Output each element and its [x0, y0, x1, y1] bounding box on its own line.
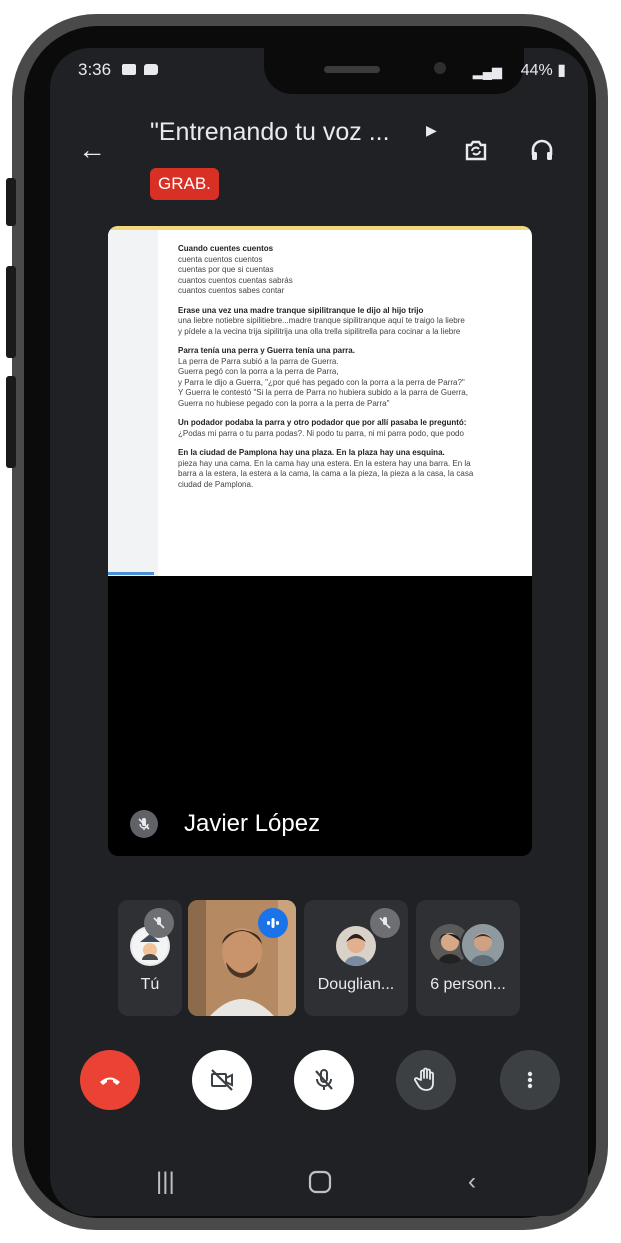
mic-toggle-button[interactable]: [294, 1050, 354, 1110]
speaker-grille: [324, 66, 380, 73]
document-line: pieza hay una cama. En la cama hay una e…: [178, 458, 471, 468]
document-paragraph-heading: Parra tenía una perra y Guerra tenía una…: [178, 346, 355, 355]
document-paragraph: En la ciudad de Pamplona hay una plaza. …: [178, 448, 532, 490]
document-paragraph: Erase una vez una madre tranque sipilitr…: [178, 306, 532, 338]
document-line: La perra de Parra subió a la parra de Gu…: [178, 356, 339, 366]
battery-percent: 44%: [520, 62, 553, 79]
document-line: barra a la estera, la estera a la cama, …: [178, 469, 474, 478]
participants-count: 6 person...: [430, 976, 506, 993]
signal-icon: ▂▄▆: [472, 64, 502, 79]
document-line: ¿Podas mi parra o tu parra podas?. Ni po…: [178, 428, 464, 438]
front-camera: [434, 62, 446, 74]
meeting-title[interactable]: "Entrenando tu voz ...: [150, 118, 390, 147]
document-paragraph: Cuando cuentes cuentos cuenta cuentos cue…: [178, 244, 532, 297]
document-line: y Parra le dijo a Guerra, "¿por qué has …: [178, 377, 465, 387]
camera-toggle-button[interactable]: [192, 1050, 252, 1110]
document-line: cuenta cuentos cuentos: [178, 254, 263, 264]
status-time: 3:36: [78, 60, 112, 79]
document-line: una liebre notiebre sipilitiebre...madre…: [178, 316, 465, 325]
participant-tile-speaking[interactable]: [188, 900, 296, 1016]
document-line: cuantos cuentos cuentas sabrás: [178, 275, 293, 285]
presentation-stage[interactable]: Cuando cuentes cuentos cuenta cuentos cue…: [108, 226, 532, 856]
speaking-indicator-icon: [258, 908, 288, 938]
phone-side-button: [6, 266, 16, 358]
participant-tile[interactable]: Douglian...: [304, 900, 408, 1016]
document-line: cuentas por que si cuentas: [178, 265, 274, 274]
participant-name: Tú: [140, 976, 160, 993]
more-vert-icon: [527, 1071, 533, 1089]
message-notification-icon: [144, 64, 158, 75]
headphones-icon[interactable]: [528, 136, 556, 164]
document-line: cuantos cuentos sabes contar: [178, 286, 285, 295]
more-options-button[interactable]: [500, 1050, 560, 1110]
phone-hangup-icon: [100, 1077, 120, 1085]
mic-off-icon: [144, 908, 174, 938]
document-scroll-indicator: [108, 572, 154, 575]
end-call-button[interactable]: [80, 1050, 140, 1110]
mic-off-icon: [315, 1069, 333, 1090]
phone-side-button: [6, 376, 16, 468]
home-nav-icon[interactable]: [308, 1168, 332, 1203]
document-line: Guerra no hubiese pegado con la porra a …: [178, 398, 390, 408]
participants-overflow-tile[interactable]: 6 person...: [416, 900, 520, 1016]
arrow-left-icon[interactable]: ←: [78, 134, 106, 166]
raise-hand-button[interactable]: [396, 1050, 456, 1110]
avatar: [336, 926, 376, 966]
document-line: ciudad de Pamplona.: [178, 479, 254, 489]
document-line: Guerra pegó con la porra a la perra de P…: [178, 367, 339, 376]
document-text: Cuando cuentes cuentos cuenta cuentos cue…: [178, 244, 532, 499]
back-nav-icon[interactable]: ‹: [468, 1168, 476, 1196]
speaker-label: Javier López: [130, 806, 320, 842]
document-line: Y Guerra le contestó "Si la perra de Par…: [178, 388, 468, 397]
shared-document: Cuando cuentes cuentos cuenta cuentos cue…: [108, 226, 532, 576]
document-paragraph-heading: Cuando cuentes cuentos: [178, 244, 274, 253]
recording-badge: GRAB.: [150, 168, 219, 200]
gallery-notification-icon: [122, 64, 136, 75]
hand-icon: [414, 1067, 434, 1091]
switch-camera-icon[interactable]: [462, 136, 490, 164]
meet-call-screen: 3:36 ▂▄▆ 44% ▮ ← "Entrenando tu voz ... …: [50, 48, 588, 1216]
mic-off-icon: [130, 810, 158, 838]
document-paragraph-heading: Un podador podaba la parra y otro podado…: [178, 418, 467, 427]
phone-side-button: [6, 178, 16, 226]
mic-off-icon: [370, 908, 400, 938]
document-paragraph-heading: En la ciudad de Pamplona hay una plaza. …: [178, 448, 445, 457]
avatar: [460, 922, 506, 968]
document-paragraph-heading: Erase una vez una madre tranque sipilitr…: [178, 305, 424, 315]
document-paragraph: Parra tenía una perra y Guerra tenía una…: [178, 346, 532, 409]
video-off-icon: [211, 1069, 233, 1091]
battery-icon: ▮: [557, 62, 566, 79]
caret-right-icon[interactable]: ▶: [426, 122, 437, 139]
participant-name: Douglian...: [317, 976, 395, 993]
participant-tile-self[interactable]: Tú: [118, 900, 182, 1016]
speaker-name: Javier López: [184, 810, 321, 837]
document-line: y pídele a la vecina trija sipilitrija u…: [178, 326, 461, 336]
document-sidebar: [108, 230, 158, 576]
battery-status: 44% ▮: [521, 60, 566, 80]
recents-nav-icon[interactable]: |||: [156, 1168, 175, 1196]
document-paragraph: Un podador podaba la parra y otro podado…: [178, 418, 532, 439]
